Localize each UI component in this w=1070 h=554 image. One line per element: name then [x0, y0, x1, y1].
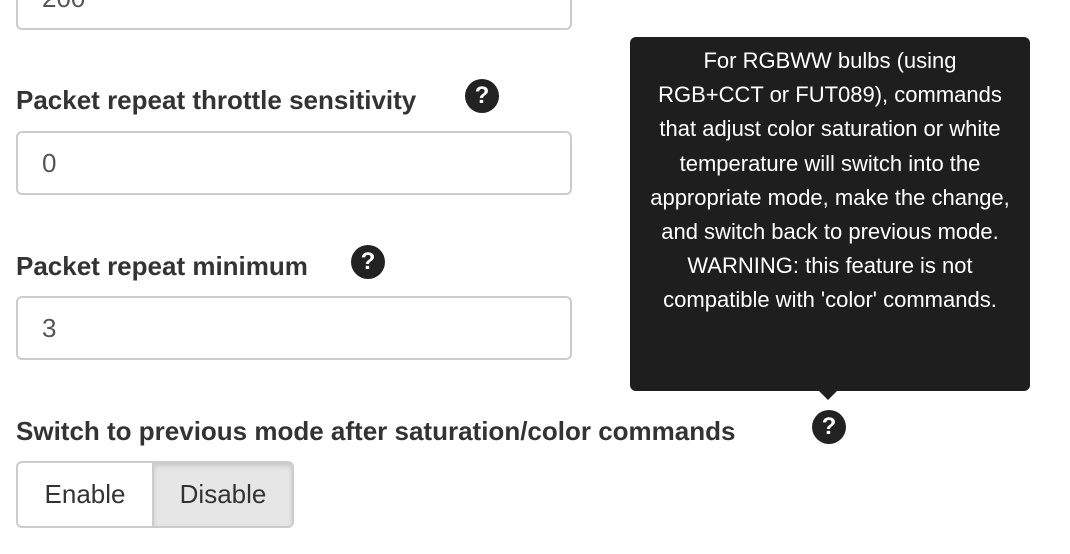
question-circle-icon[interactable]: ?: [351, 245, 385, 279]
repeat-minimum-input[interactable]: [16, 296, 572, 360]
disable-button[interactable]: Disable: [152, 461, 294, 528]
previous-setting-input[interactable]: [16, 0, 572, 30]
switch-mode-toggle-group: Enable Disable: [16, 461, 294, 528]
tooltip-arrow: [818, 390, 838, 400]
throttle-sensitivity-label: Packet repeat throttle sensitivity: [16, 85, 417, 115]
throttle-sensitivity-input[interactable]: [16, 131, 572, 195]
question-circle-icon[interactable]: ?: [465, 79, 499, 113]
switch-mode-label: Switch to previous mode after saturation…: [16, 416, 736, 446]
repeat-minimum-label: Packet repeat minimum: [16, 251, 308, 281]
help-tooltip: For RGBWW bulbs (using RGB+CCT or FUT089…: [630, 37, 1030, 391]
enable-button[interactable]: Enable: [16, 461, 154, 528]
question-circle-icon[interactable]: ?: [812, 410, 846, 444]
